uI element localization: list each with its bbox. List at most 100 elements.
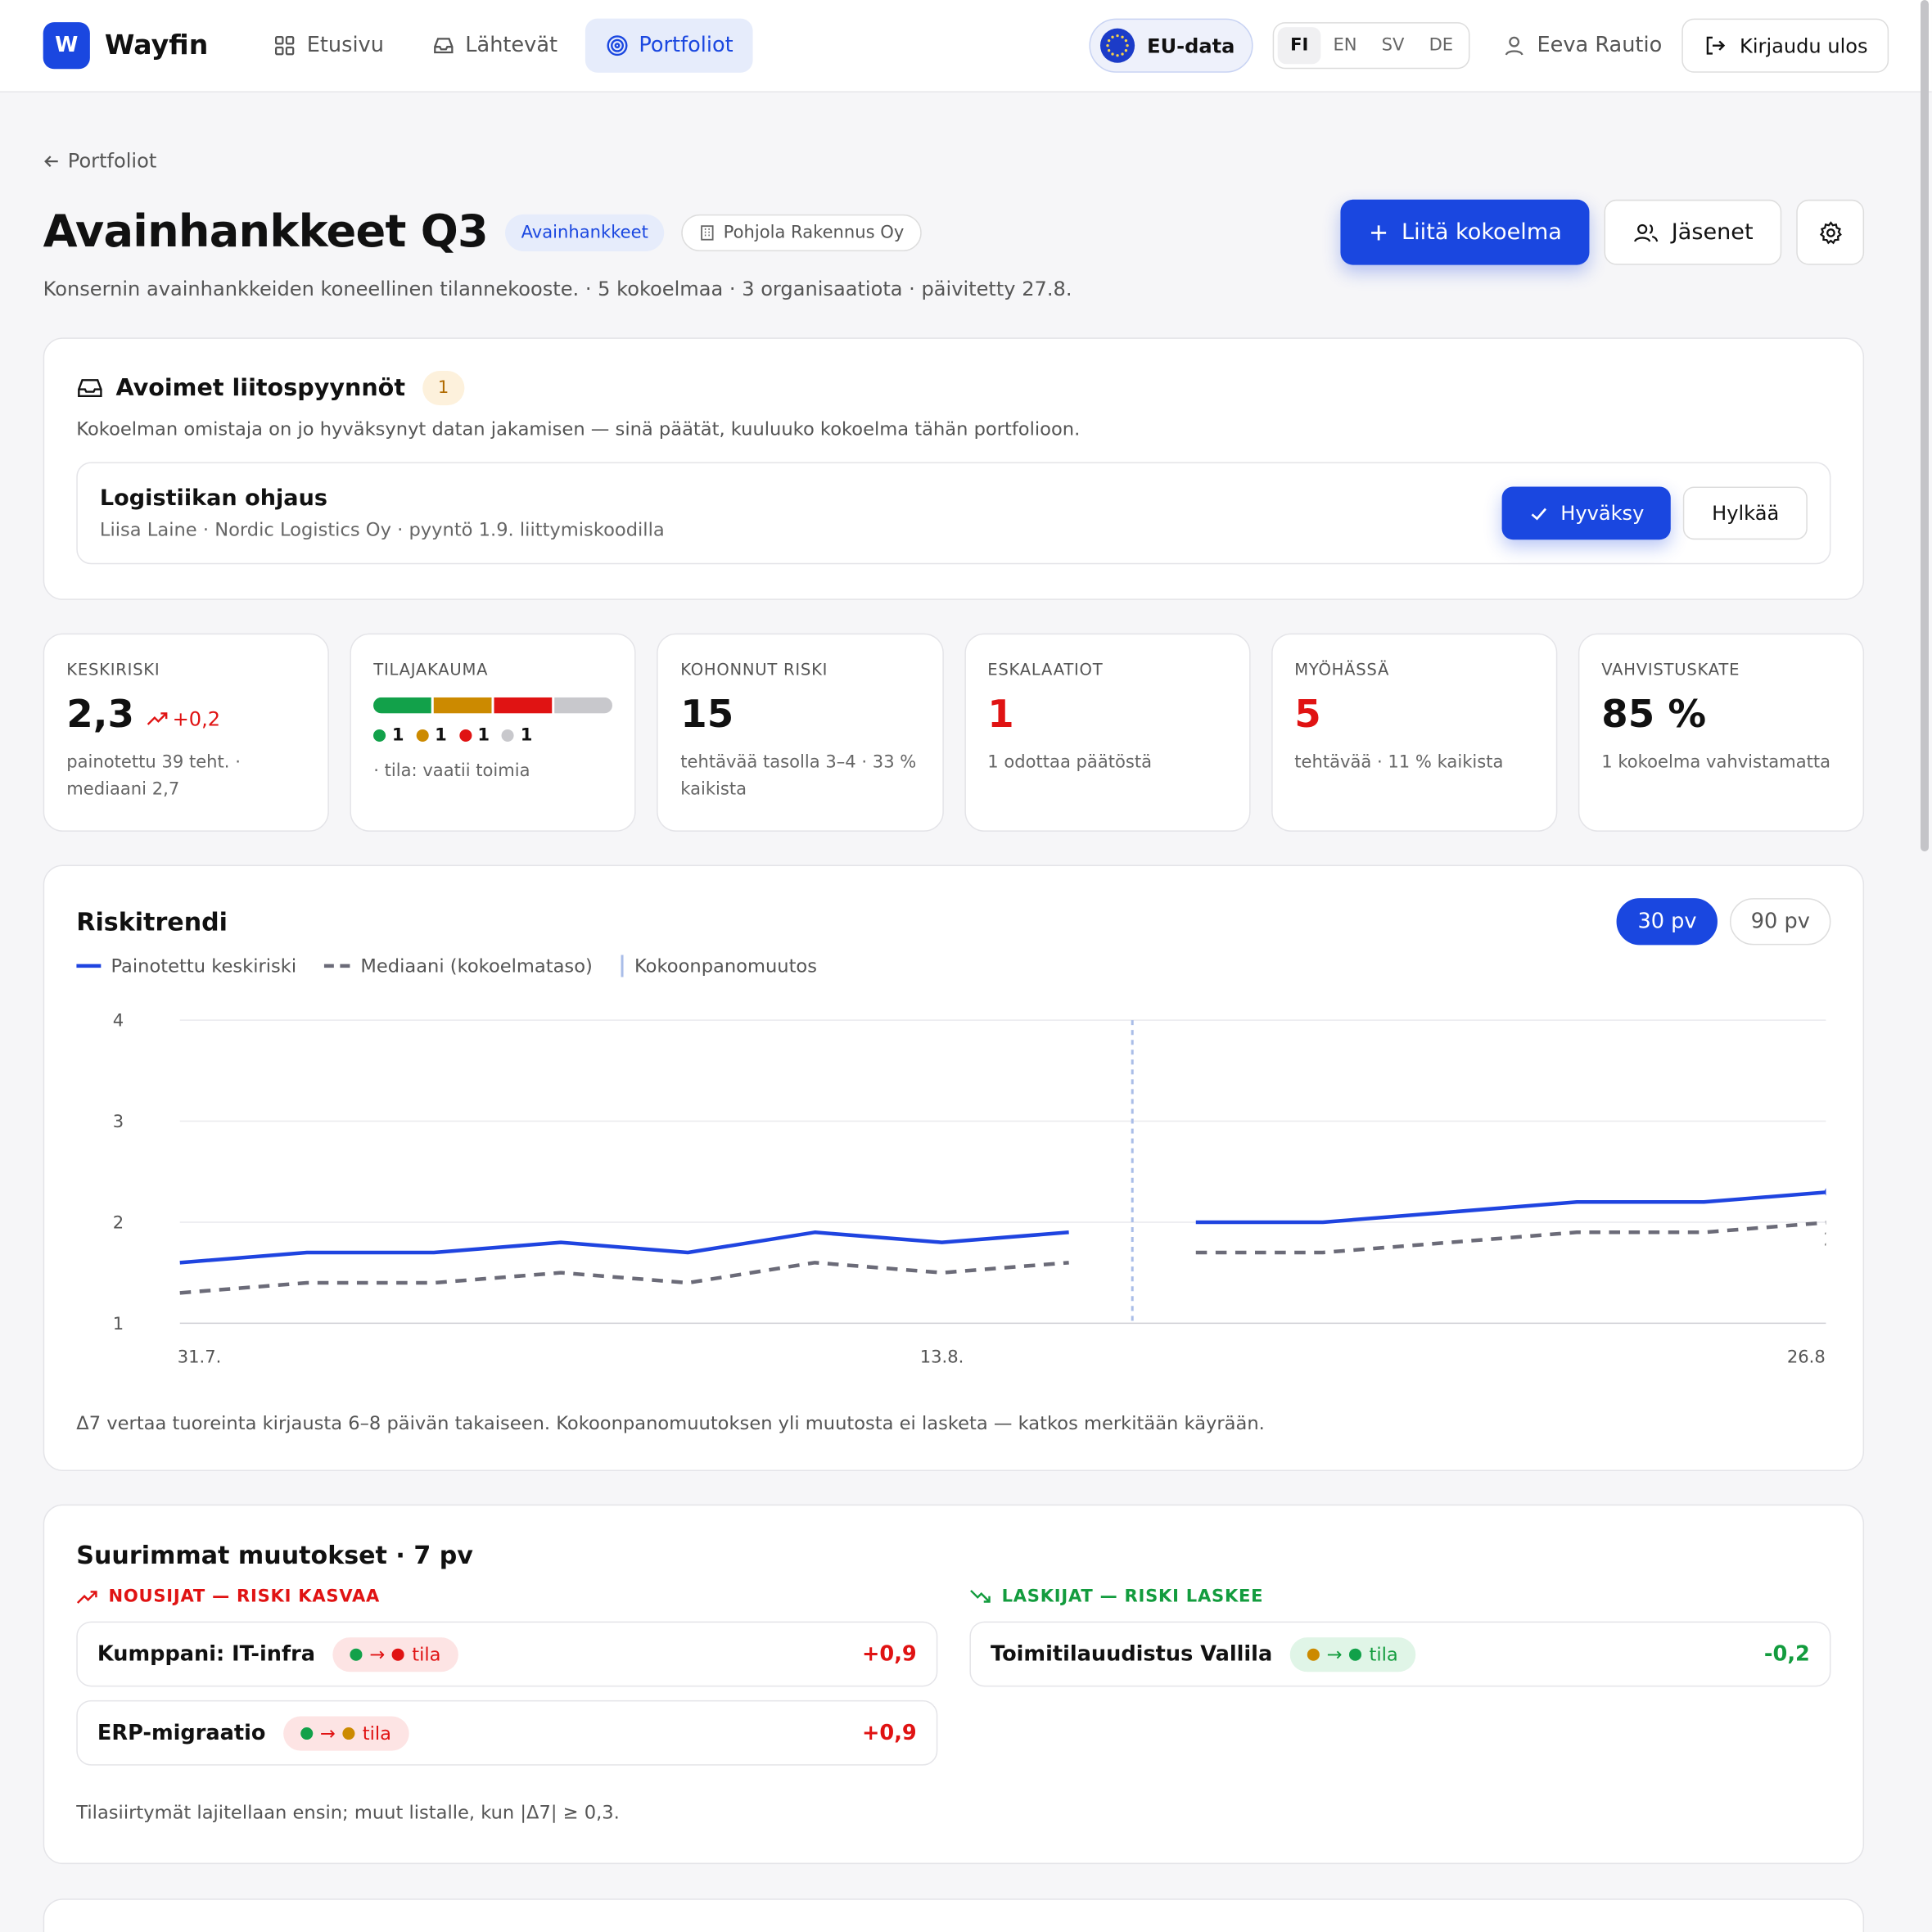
lang-en[interactable]: EN [1320, 27, 1369, 64]
legend-solid-line-icon [76, 964, 102, 968]
target-icon [606, 35, 627, 56]
legend-weighted: Painotettu keskiriski [76, 955, 296, 977]
stat-note: tehtävää tasolla 3–4 · 33 % kaikista [680, 752, 917, 801]
stat-label: KOHONNUT RISKI [680, 661, 828, 680]
arrow-right-icon: → [369, 1642, 386, 1666]
top-right: EU-data FI EN SV DE Eeva Rautio Kirjaudu… [1089, 18, 1889, 73]
request-name: Logistiikan ohjaus [99, 485, 328, 512]
y-tick-label: 4 [113, 1010, 124, 1031]
fallers-list: Toimitilauudistus Vallila → tila -0,2 [969, 1621, 1831, 1687]
stat-value: 15 [680, 692, 734, 737]
movers-columns: NOUSIJAT — RISKI KASVAA Kumppani: IT-inf… [76, 1587, 1831, 1766]
organization-tag: Pohjola Rakennus Oy [681, 214, 922, 251]
attach-label: Liitä kokoelma [1402, 219, 1562, 246]
next-section-card [43, 1898, 1865, 1932]
logout-button[interactable]: Kirjaudu ulos [1681, 18, 1889, 73]
legend-dashed-line-icon [323, 964, 351, 968]
breadcrumb[interactable]: Portfoliot [43, 149, 1864, 173]
user-menu[interactable]: Eeva Rautio [1502, 34, 1662, 58]
approve-button[interactable]: Hyväksy [1501, 486, 1672, 540]
nav-portfoliot[interactable]: Portfoliot [585, 18, 753, 73]
nav-etusivu[interactable]: Etusivu [252, 19, 404, 73]
fallers-column: LASKIJAT — RISKI LASKEE Toimitilauudistu… [969, 1587, 1831, 1765]
arrow-left-icon [44, 155, 58, 167]
settings-button[interactable] [1796, 199, 1865, 265]
title-actions: Liitä kokoelma Jäsenet [1339, 199, 1865, 265]
stat-value: 2,3 [66, 692, 134, 737]
eu-flag-icon [1099, 28, 1135, 63]
page-subtitle: Konsernin avainhankkeiden koneellinen ti… [43, 277, 1072, 301]
range-toggle: 30 pv 90 pv [1616, 898, 1831, 946]
stat-avg-risk: KESKIRISKI 2,3 +0,2 painotettu 39 teht. … [43, 633, 330, 832]
distribution-legend-item: 1 [416, 725, 447, 746]
series-end-point [1824, 1188, 1826, 1196]
breadcrumb-label: Portfoliot [67, 149, 157, 173]
request-item: Logistiikan ohjaus Liisa Laine · Nordic … [76, 462, 1831, 565]
stat-value-row: 85 % [1601, 693, 1840, 737]
status-transition-pill: → tila [282, 1715, 409, 1750]
legend-median: Mediaani (kokoelmataso) [323, 955, 593, 977]
page: W Wayfin Etusivu Lähtevät Portfoliot EU-… [0, 0, 1932, 1932]
stat-escalations: ESKALAATIOT 1 1 odottaa päätöstä [964, 633, 1251, 832]
status-dot-icon [300, 1727, 313, 1740]
nav-label: Etusivu [306, 33, 384, 58]
nav-lahtevat[interactable]: Lähtevät [411, 19, 577, 73]
members-button[interactable]: Jäsenet [1603, 199, 1782, 265]
mover-row[interactable]: Toimitilauudistus Vallila → tila -0,2 [969, 1621, 1831, 1687]
app-logo[interactable]: W [43, 22, 90, 70]
reject-button[interactable]: Hylkää [1683, 486, 1808, 540]
status-dot-icon [342, 1727, 355, 1740]
mover-name: ERP-migraatio [97, 1720, 266, 1745]
legend-change: Kokoonpanomuutos [620, 955, 817, 977]
y-tick-label: 1 [113, 1313, 124, 1334]
nav-label: Portfoliot [639, 33, 734, 58]
mover-row[interactable]: ERP-migraatio → tila +0,9 [76, 1700, 938, 1766]
join-requests-card: Avoimet liitospyynnöt 1 Kokoelman omista… [43, 337, 1865, 600]
distribution-bar [373, 697, 613, 714]
eu-label: EU-data [1147, 34, 1235, 57]
status-dot-icon [1349, 1647, 1362, 1660]
distribution-legend-item: 1 [458, 725, 490, 746]
lang-fi[interactable]: FI [1278, 27, 1321, 65]
stat-value-row: 2,3 +0,2 [66, 693, 305, 737]
distribution-count: 1 [435, 725, 447, 746]
range-30-button[interactable]: 30 pv [1616, 898, 1718, 946]
status-transition-pill: → tila [332, 1636, 458, 1672]
risk-trend-card: Riskitrendi 30 pv 90 pv Painotettu keski… [43, 864, 1865, 1471]
stat-value: 1 [987, 692, 1014, 737]
status-dot-icon [373, 729, 386, 743]
lang-de[interactable]: DE [1417, 27, 1466, 64]
members-label: Jäsenet [1671, 219, 1754, 246]
attach-collection-button[interactable]: Liitä kokoelma [1339, 199, 1589, 265]
stat-note: painotettu 39 teht. · mediaani 2,7 [66, 752, 241, 801]
legend-break-icon [621, 955, 624, 977]
mover-row[interactable]: Kumppani: IT-infra → tila +0,9 [76, 1621, 938, 1687]
requests-title: Avoimet liitospyynnöt [115, 374, 406, 402]
stat-confirmation: VAHVISTUSKATE 85 % 1 kokoelma vahvistama… [1578, 633, 1865, 832]
pill-label: tila [362, 1722, 391, 1745]
lang-sv[interactable]: SV [1370, 27, 1417, 64]
pill-label: tila [412, 1642, 441, 1666]
distribution-count: 1 [477, 725, 490, 746]
risers-heading: NOUSIJAT — RISKI KASVAA [76, 1587, 937, 1607]
inbox-icon [433, 38, 453, 54]
chart-legend: Painotettu keskiriski Mediaani (kokoelma… [76, 955, 1830, 977]
x-tick-label: 26.8. [1787, 1347, 1826, 1367]
series-end-label: 2,0 [1823, 1230, 1826, 1251]
x-tick-label: 13.8. [920, 1347, 964, 1367]
requests-description: Kokoelman omistaja on jo hyväksynyt data… [76, 418, 1081, 440]
pill-label: tila [1369, 1642, 1398, 1666]
requests-count-badge: 1 [422, 371, 465, 406]
stat-label: MYÖHÄSSÄ [1294, 661, 1390, 680]
trend-up-icon [147, 712, 168, 725]
range-90-button[interactable]: 90 pv [1730, 898, 1831, 946]
stat-label: TILAJAKAUMA [373, 661, 489, 680]
language-switcher: FI EN SV DE [1273, 22, 1471, 70]
eu-data-badge[interactable]: EU-data [1089, 18, 1253, 73]
check-icon [1530, 507, 1546, 520]
reject-label: Hylkää [1712, 501, 1780, 526]
scrollbar[interactable] [1921, 0, 1929, 851]
stat-label: KESKIRISKI [66, 661, 160, 680]
arrow-right-icon: → [1326, 1642, 1343, 1666]
x-tick-label: 31.7. [178, 1347, 222, 1367]
